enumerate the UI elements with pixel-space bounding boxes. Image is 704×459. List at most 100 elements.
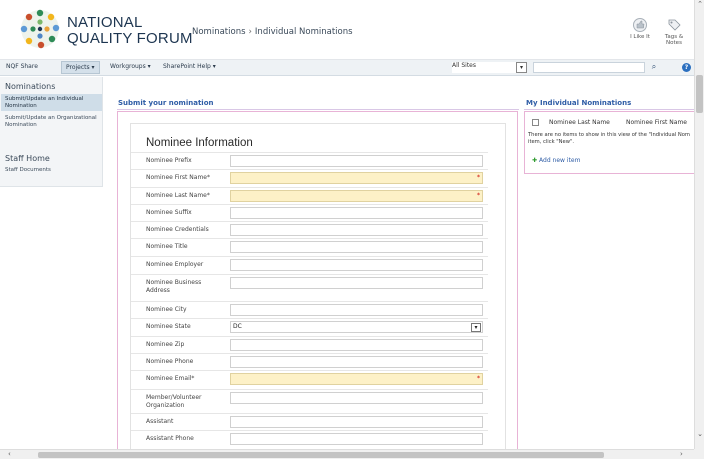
field-label: Nominee Credentials [146,226,209,233]
form-row: Nominee Employer [131,256,488,274]
leftnav-link-individual-nomination[interactable]: Submit/Update an Individual Nomination [1,94,102,111]
form-row: Nominee First Name* * [131,169,488,187]
breadcrumb-item-nominations[interactable]: Nominations [192,27,246,37]
field-input[interactable] [230,433,483,445]
search-icon[interactable]: ⌕ [648,62,660,73]
select-all-checkbox[interactable] [532,119,539,126]
thumbs-up-icon [633,18,647,32]
field-label: Nominee Zip [146,341,185,348]
field-input[interactable]: * [230,190,483,202]
leftnav-link-staff-documents[interactable]: Staff Documents [5,167,100,174]
topnav-item-nqf-share[interactable]: NQF Share [6,63,38,70]
tags-notes-label: Tags & Notes [664,34,684,46]
column-header-first-name[interactable]: Nominee First Name [626,119,687,126]
form-row: Assistant Phone [131,430,488,447]
add-new-item-label: Add new item [539,157,581,164]
field-label: Nominee Business Address [146,279,202,294]
section-divider [117,109,519,110]
form-row: Member/Volunteer Organization [131,389,488,413]
form-row: Nominee Last Name* * [131,187,488,204]
column-header-last-name[interactable]: Nominee Last Name [549,119,610,126]
field-value: DC [233,323,242,330]
form-row: Assistant [131,413,488,430]
leftnav-link-organizational-nomination[interactable]: Submit/Update an Organizational Nominati… [5,115,100,128]
required-marker: * [477,192,480,199]
leftnav-heading-staff-home[interactable]: Staff Home [5,154,50,163]
leftnav-heading-nominations[interactable]: Nominations [5,82,55,91]
field-label: Nominee Suffix [146,209,192,216]
field-input[interactable] [230,207,483,219]
required-marker: * [477,174,480,181]
chevron-down-icon[interactable]: ▾ [471,323,481,332]
field-input[interactable] [230,339,483,351]
field-label: Assistant [146,418,174,425]
form-row: Nominee Email* * [131,370,488,389]
form-row: Nominee Zip [131,336,488,353]
required-marker: * [477,375,480,382]
top-navigation-bar: NQF Share Projects ▾ Workgroups ▾ ShareP… [0,60,694,76]
search-scope-select[interactable]: All Sites [452,62,516,73]
nqf-logo-icon[interactable] [19,8,61,50]
webpart-divider [524,109,694,110]
scroll-right-icon[interactable]: › [680,450,683,458]
add-new-item-link[interactable]: ✚ Add new item [532,157,580,164]
field-label: Nominee Email* [146,375,195,382]
field-input[interactable]: * [230,172,483,184]
search-input[interactable] [533,62,645,73]
plus-icon: ✚ [532,157,538,164]
logo-line-1: NATIONAL [67,14,143,31]
vertical-scrollbar[interactable]: ⌃ ⌄ [694,0,704,459]
empty-list-message: There are no items to show in this view … [528,132,690,145]
form-row: Nominee State DC ▾ [131,318,488,336]
field-label: Nominee Employer [146,261,204,268]
tags-notes-button[interactable]: Tags & Notes [660,18,688,46]
field-input[interactable] [230,224,483,236]
help-icon[interactable]: ? [682,63,691,72]
site-header: NATIONAL QUALITY FORUM Nominations › Indiv… [0,0,694,60]
form-row: Nominee Credentials [131,221,488,238]
field-label: Nominee Last Name* [146,192,210,199]
field-label: Nominee Phone [146,358,194,365]
chevron-down-icon[interactable]: ▾ [516,62,527,73]
state-select[interactable]: DC ▾ [230,321,483,333]
i-like-it-button[interactable]: I Like It [626,18,654,40]
tag-icon [668,19,681,31]
form-row: Nominee Title [131,238,488,256]
scroll-left-icon[interactable]: ‹ [8,450,11,458]
field-input[interactable] [230,155,483,167]
field-label: Nominee Title [146,243,188,250]
field-input[interactable] [230,277,483,289]
scroll-up-icon[interactable]: ⌃ [695,0,704,8]
field-label: Nominee First Name* [146,174,210,181]
form-row: Nominee Suffix [131,204,488,221]
scrollbar-corner [694,449,704,459]
field-input[interactable] [230,392,483,404]
topnav-item-projects[interactable]: Projects ▾ [61,61,100,74]
form-row: Nominee City [131,301,488,318]
vertical-scroll-thumb[interactable] [696,75,703,113]
form-row: Nominee Prefix [131,152,488,169]
site-logo-text[interactable]: NATIONAL QUALITY FORUM [67,15,193,47]
topnav-item-workgroups[interactable]: Workgroups ▾ [110,63,151,70]
field-label: Assistant Phone [146,435,194,442]
field-input[interactable] [230,259,483,271]
field-input[interactable] [230,356,483,368]
field-input[interactable] [230,416,483,428]
scroll-down-icon[interactable]: ⌄ [695,430,704,438]
form-title: Nominee Information [146,137,253,149]
webpart-title[interactable]: My Individual Nominations [526,99,631,107]
field-input[interactable] [230,241,483,253]
logo-line-2: QUALITY FORUM [67,30,193,47]
field-label: Nominee Prefix [146,157,192,164]
horizontal-scrollbar[interactable]: ‹ › [0,449,694,459]
topnav-item-sharepoint-help[interactable]: SharePoint Help ▾ [163,63,216,70]
horizontal-scroll-thumb[interactable] [38,452,604,458]
field-label: Nominee State [146,323,191,330]
form-row: Nominee Phone [131,353,488,370]
breadcrumb: Nominations › Individual Nominations [192,27,353,37]
field-input[interactable]: * [230,373,483,385]
field-input[interactable] [230,304,483,316]
breadcrumb-separator: › [248,27,252,37]
section-title: Submit your nomination [118,99,214,107]
i-like-it-label: I Like It [630,34,650,40]
